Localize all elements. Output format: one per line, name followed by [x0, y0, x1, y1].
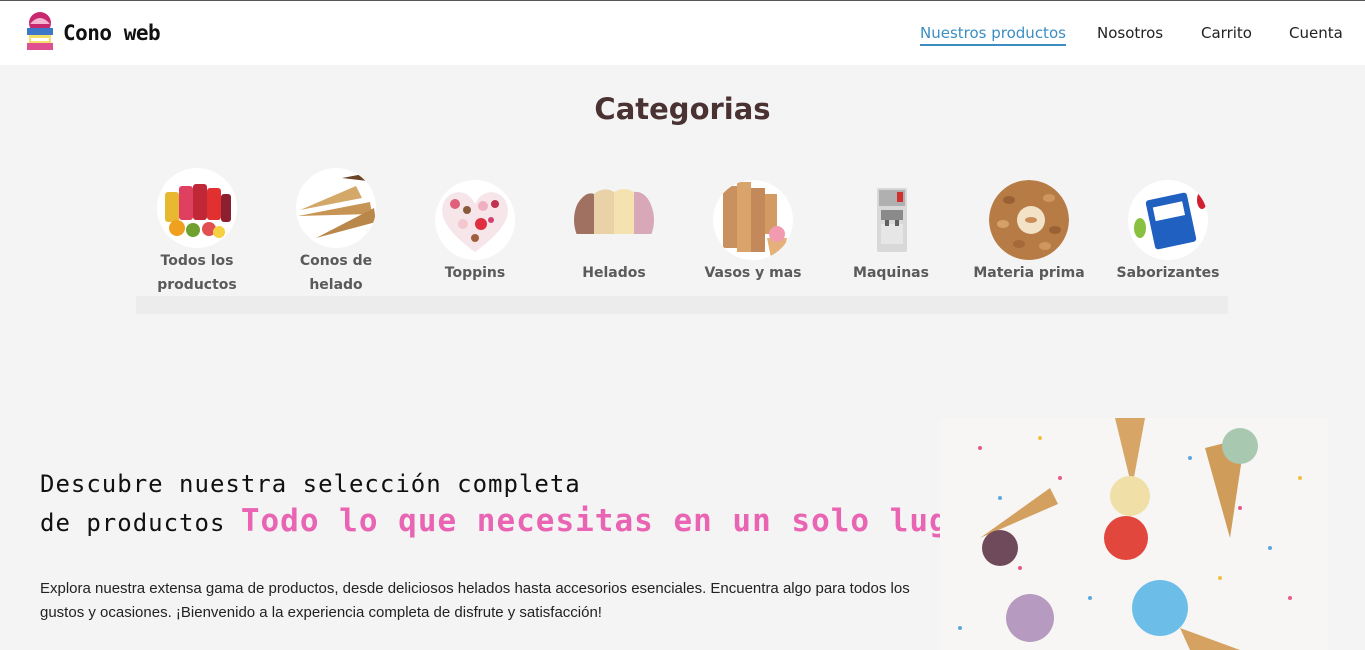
- category-vasos-y-mas[interactable]: Vasos y mas: [693, 180, 813, 285]
- category-toppins[interactable]: Toppins: [415, 180, 535, 285]
- hero-description: Explora nuestra extensa gama de producto…: [40, 580, 910, 621]
- nav-cuenta[interactable]: Cuenta: [1289, 24, 1343, 42]
- brand-name[interactable]: Cono web: [63, 21, 161, 45]
- hero-heading-line2: de productos Todo lo que necesitas en un…: [40, 503, 988, 539]
- category-label: Saborizantes: [1116, 265, 1220, 281]
- ice-cream-tubs-icon: [574, 180, 654, 260]
- top-navbar: Cono web Nuestros productos Nosotros Car…: [0, 0, 1365, 65]
- category-label: Maquinas: [853, 265, 929, 281]
- category-helados[interactable]: Helados: [554, 180, 674, 285]
- cono-web-logo-icon[interactable]: [24, 10, 56, 54]
- category-conos-de-helado[interactable]: Conos de helado: [276, 168, 396, 297]
- category-label: Conos de helado: [299, 253, 373, 293]
- toppings-heart-icon: [435, 180, 515, 260]
- nav-carrito[interactable]: Carrito: [1201, 24, 1252, 42]
- category-label: Todos los productos: [157, 253, 237, 293]
- nav-nosotros[interactable]: Nosotros: [1097, 24, 1163, 42]
- category-todos-los-productos[interactable]: Todos los productos: [137, 168, 257, 297]
- category-label: Helados: [582, 265, 646, 281]
- category-label: Materia prima: [973, 265, 1085, 281]
- categories-title: Categorias: [594, 92, 771, 126]
- flavoring-packet-icon: [1128, 180, 1208, 260]
- hero-heading-end: de productos: [40, 509, 226, 537]
- ice-cream-machine-icon: [851, 180, 931, 260]
- hero-highlight: Todo lo que necesitas en un solo lugar: [240, 503, 989, 539]
- hero-heading: Descubre nuestra selección completa: [40, 470, 581, 498]
- category-saborizantes[interactable]: Saborizantes: [1108, 180, 1228, 285]
- ice-cream-cones-image: [940, 418, 1328, 650]
- nav-nuestros-productos[interactable]: Nuestros productos: [920, 24, 1066, 46]
- ice-pops-icon: [157, 168, 237, 248]
- waffle-cones-icon: [296, 168, 376, 248]
- category-label: Vasos y mas: [704, 265, 802, 281]
- category-materia-prima[interactable]: Materia prima: [969, 180, 1089, 285]
- category-label: Toppins: [444, 265, 506, 281]
- categories-strip: [136, 296, 1228, 314]
- paper-cups-icon: [713, 180, 793, 260]
- category-maquinas[interactable]: Maquinas: [831, 180, 951, 285]
- almonds-icon: [989, 180, 1069, 260]
